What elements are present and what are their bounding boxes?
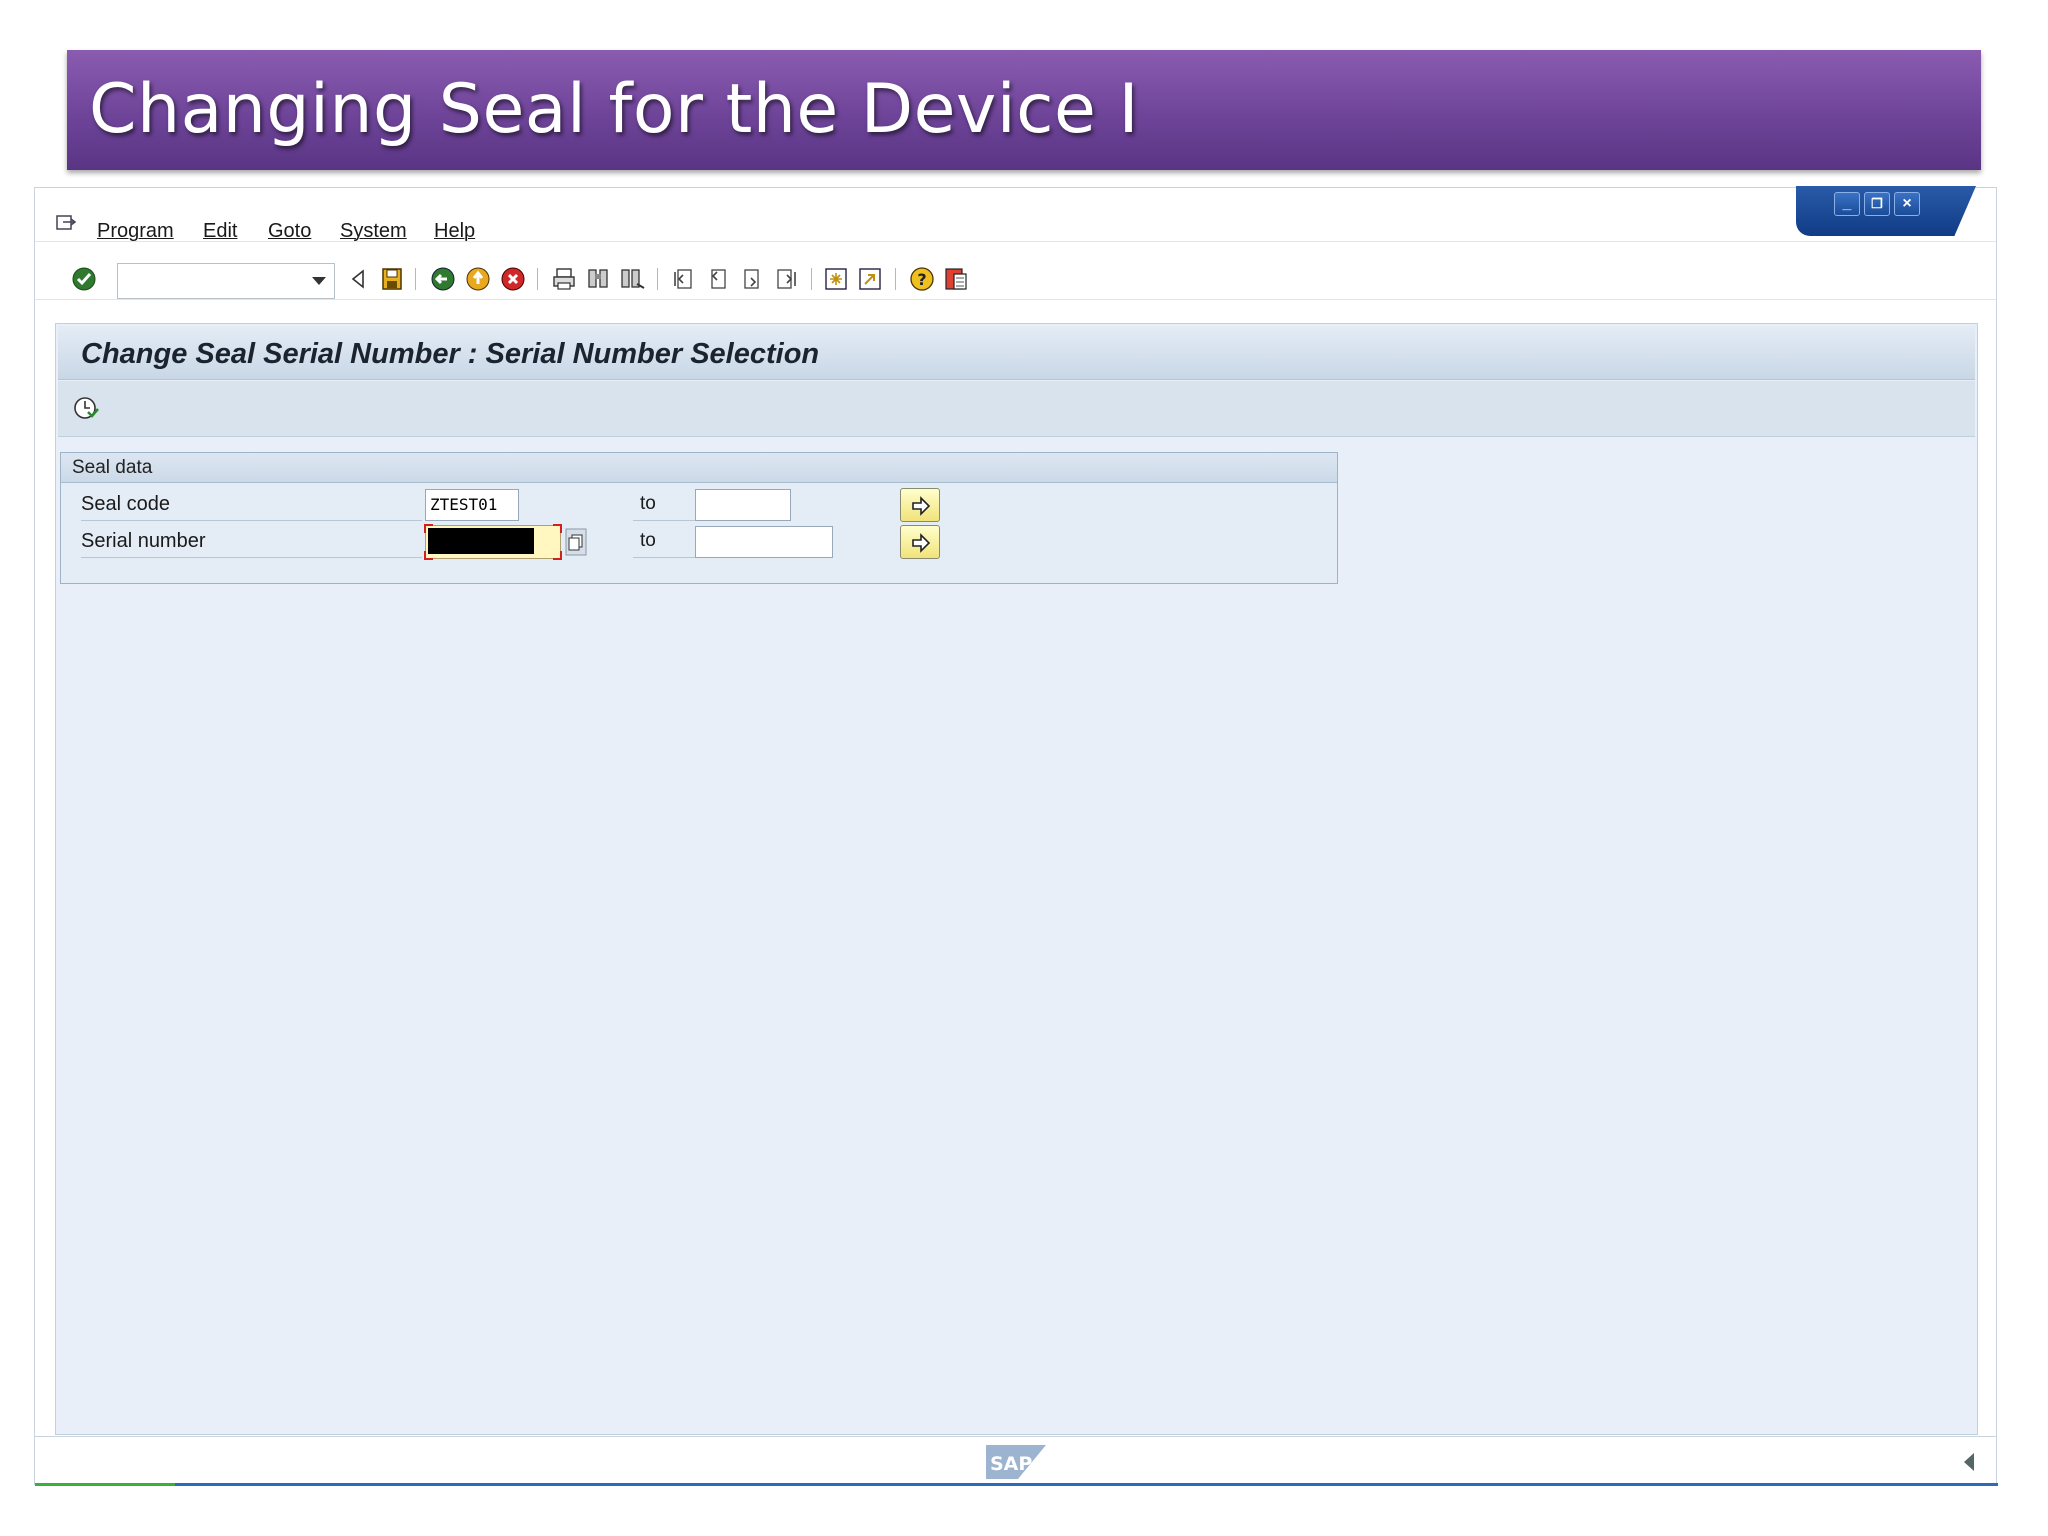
standard-toolbar: ? <box>35 256 1996 300</box>
last-page-icon[interactable] <box>773 266 799 292</box>
redacted-value <box>428 528 534 554</box>
group-title: Seal data <box>72 457 153 478</box>
seal-data-group: Seal data Seal code ZTEST01 to Serial nu… <box>60 452 1338 584</box>
exit-icon[interactable] <box>465 266 491 292</box>
chevron-down-icon[interactable] <box>312 277 326 285</box>
menu-program[interactable]: Program <box>97 220 174 243</box>
progress-indicator <box>35 1483 175 1486</box>
seal-code-label: Seal code <box>81 493 170 515</box>
application-toolbar <box>58 381 1975 437</box>
serial-number-to-input[interactable] <box>695 526 833 558</box>
slide-title: Changing Seal for the Device I <box>89 70 1140 149</box>
shortcut-icon[interactable] <box>857 266 883 292</box>
create-session-icon[interactable] <box>823 266 849 292</box>
previous-page-icon[interactable] <box>705 266 731 292</box>
first-page-icon[interactable] <box>671 266 697 292</box>
back-icon[interactable] <box>345 266 371 292</box>
enter-icon[interactable] <box>71 266 97 292</box>
layout-icon[interactable] <box>943 266 969 292</box>
main-content: Change Seal Serial Number : Serial Numbe… <box>55 323 1978 1435</box>
save-icon[interactable] <box>379 266 405 292</box>
execute-icon[interactable] <box>72 395 100 423</box>
sap-window: _ ❐ × Program Edit Goto System Help ? Ch… <box>34 186 1998 1486</box>
arrow-right-icon <box>912 496 931 516</box>
command-field[interactable] <box>117 263 335 299</box>
seal-code-to-label: to <box>640 493 656 514</box>
value-help-icon[interactable] <box>565 528 587 556</box>
find-icon[interactable] <box>585 266 611 292</box>
seal-code-from-input[interactable]: ZTEST01 <box>425 489 519 521</box>
seal-code-to-input[interactable] <box>695 489 791 521</box>
system-menu-icon[interactable] <box>55 214 77 232</box>
slide-banner: Changing Seal for the Device I <box>67 50 1981 170</box>
sap-logo: SAP <box>986 1445 1046 1479</box>
print-icon[interactable] <box>551 266 577 292</box>
menu-help[interactable]: Help <box>434 220 475 243</box>
serial-number-multiple-selection-button[interactable] <box>900 525 940 559</box>
status-bar: SAP <box>35 1436 1996 1484</box>
status-toggle-icon[interactable] <box>1964 1453 1974 1471</box>
progress-line <box>35 1483 1998 1486</box>
next-page-icon[interactable] <box>739 266 765 292</box>
serial-number-from-input[interactable] <box>424 524 562 560</box>
serial-number-label: Serial number <box>81 530 206 552</box>
screen-title-bar: Change Seal Serial Number : Serial Numbe… <box>58 326 1975 380</box>
back-green-icon[interactable] <box>430 266 456 292</box>
screen-title: Change Seal Serial Number : Serial Numbe… <box>81 338 820 370</box>
menu-edit[interactable]: Edit <box>203 220 237 243</box>
group-header: Seal data <box>61 453 1337 483</box>
menu-bar: Program Edit Goto System Help <box>35 200 1996 242</box>
arrow-right-icon <box>912 533 931 553</box>
menu-system[interactable]: System <box>340 220 407 243</box>
help-icon[interactable]: ? <box>909 266 935 292</box>
cancel-icon[interactable] <box>500 266 526 292</box>
menu-goto[interactable]: Goto <box>268 220 311 243</box>
find-next-icon[interactable] <box>619 266 645 292</box>
svg-text:SAP: SAP <box>990 1453 1032 1475</box>
serial-number-to-label: to <box>640 530 656 551</box>
seal-code-multiple-selection-button[interactable] <box>900 488 940 522</box>
svg-text:?: ? <box>917 270 926 289</box>
